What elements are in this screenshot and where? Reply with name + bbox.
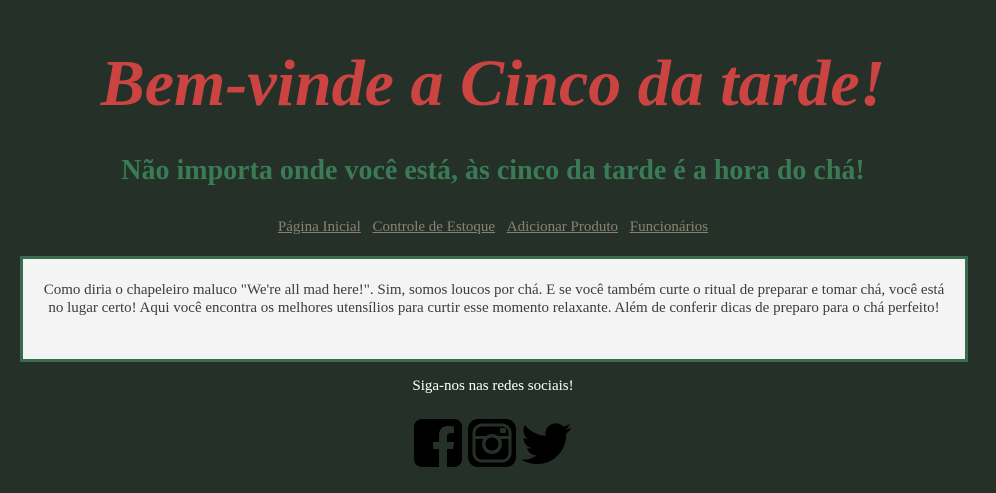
nav-link-add-product[interactable]: Adicionar Produto [507, 219, 618, 235]
page: Bem-vinde a Cinco da tarde! Não importa … [0, 0, 996, 493]
page-title: Bem-vinde a Cinco da tarde! [100, 47, 886, 120]
facebook-icon[interactable] [413, 418, 463, 468]
nav-link-stock-control[interactable]: Controle de Estoque [373, 219, 495, 235]
about-text: Como diria o chapeleiro maluco "We're al… [43, 282, 945, 316]
main-nav: Página Inicial Controle de Estoque Adici… [0, 217, 986, 237]
follow-us-text: Siga-nos nas redes sociais! [412, 378, 574, 394]
social-links [413, 416, 583, 470]
twitter-icon[interactable] [521, 418, 572, 468]
nav-link-employees[interactable]: Funcionários [630, 219, 708, 235]
instagram-icon[interactable] [467, 418, 517, 468]
nav-link-home[interactable]: Página Inicial [278, 219, 361, 235]
page-subtitle: Não importa onde você está, às cinco da … [121, 155, 865, 186]
about-box: Como diria o chapeleiro maluco "We're al… [20, 256, 968, 362]
